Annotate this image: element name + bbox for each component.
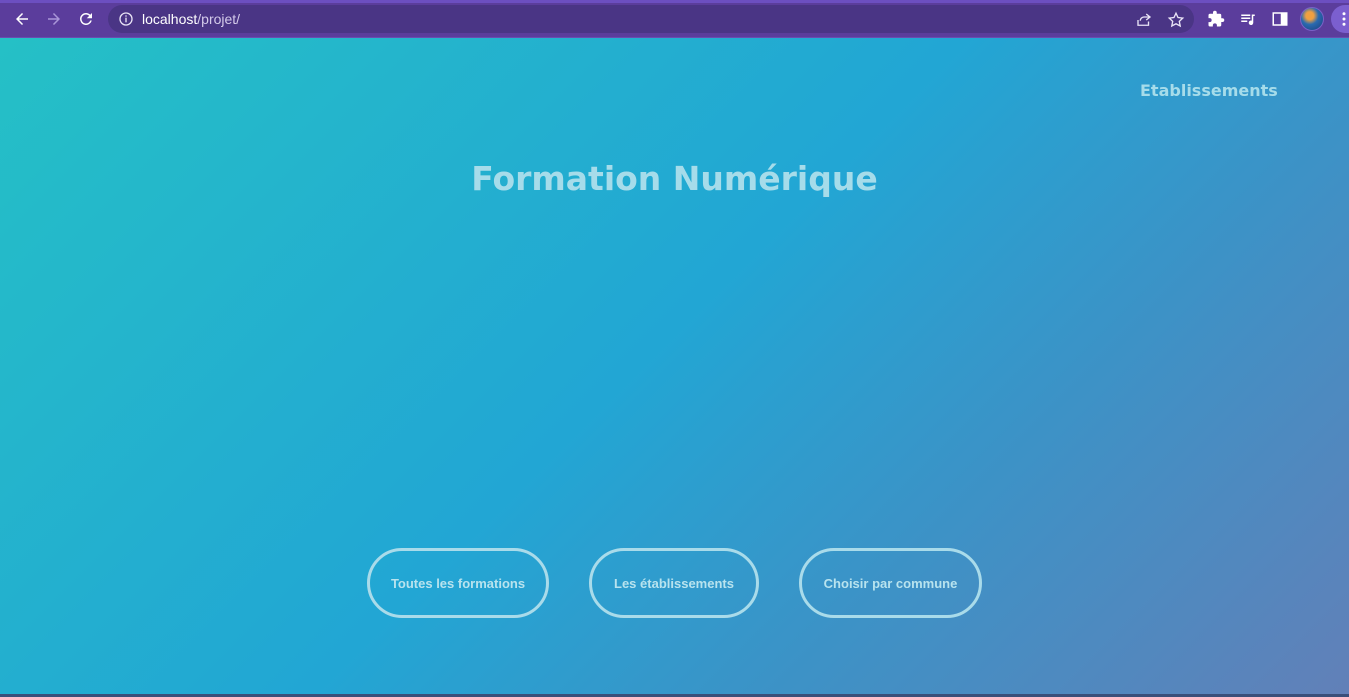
- forward-button[interactable]: [43, 8, 65, 30]
- extensions-button[interactable]: [1206, 9, 1226, 29]
- reload-icon: [79, 12, 92, 25]
- media-button[interactable]: [1238, 9, 1258, 29]
- arrow-left-icon: [16, 13, 28, 25]
- back-button[interactable]: [11, 8, 33, 30]
- side-panel-button[interactable]: [1270, 9, 1290, 29]
- address-bar[interactable]: localhost/projet/: [108, 5, 1194, 33]
- all-formations-button[interactable]: Toutes les formations: [367, 548, 549, 618]
- info-icon[interactable]: [118, 11, 134, 27]
- arrow-right-icon: [48, 13, 60, 25]
- bookmark-button[interactable]: [1166, 10, 1186, 30]
- page-title: Formation Numérique: [471, 159, 878, 198]
- url-host: localhost: [142, 11, 198, 27]
- playlist-icon: [1241, 14, 1255, 26]
- nav-link-etablissements[interactable]: Etablissements: [1140, 81, 1278, 100]
- star-icon: [1167, 11, 1185, 28]
- url-text[interactable]: localhost/projet/: [142, 11, 240, 27]
- browser-toolbar: localhost/projet/: [0, 0, 1349, 38]
- reload-button[interactable]: [75, 8, 97, 30]
- puzzle-icon: [1208, 10, 1225, 27]
- url-path: /projet/: [197, 11, 241, 27]
- browser-menu-button[interactable]: [1331, 5, 1349, 33]
- establishments-button[interactable]: Les établissements: [589, 548, 759, 618]
- choose-commune-button[interactable]: Choisir par commune: [799, 548, 982, 618]
- side-panel-icon: [1272, 12, 1288, 26]
- kebab-menu-icon: [1342, 12, 1346, 26]
- share-button[interactable]: [1134, 10, 1154, 30]
- share-icon: [1137, 13, 1152, 26]
- avatar[interactable]: [1300, 7, 1324, 31]
- page-body: Etablissements Formation Numérique Toute…: [0, 38, 1349, 697]
- tab-strip-edge: [0, 0, 1349, 3]
